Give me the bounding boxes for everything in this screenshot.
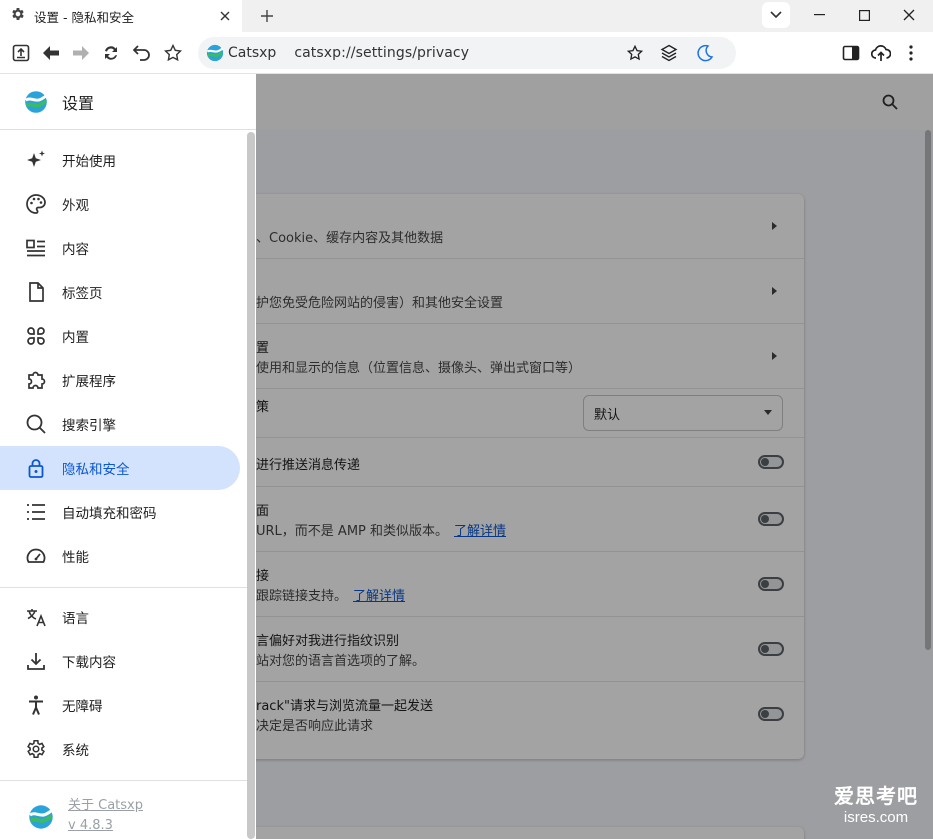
undo-icon: [133, 45, 150, 61]
about-label: 关于 Catsxp: [68, 798, 143, 813]
catsxp-logo-icon: [24, 90, 47, 113]
nav-item-search-engine[interactable]: 搜索引擎: [0, 402, 240, 446]
nav-item-performance[interactable]: 性能: [0, 534, 240, 578]
chevron-down-icon: [770, 11, 782, 19]
side-panel-icon: [842, 45, 860, 61]
plus-icon: [261, 10, 273, 22]
catsxp-logo-icon: [206, 44, 224, 62]
browser-toolbar: Catsxp catsxp://settings/privacy: [0, 32, 933, 74]
page-scrollbar[interactable]: [925, 130, 931, 650]
nav-item-autofill[interactable]: 自动填充和密码: [0, 490, 240, 534]
sparkle-icon: [24, 148, 48, 172]
tab-settings[interactable]: 设置 - 隐私和安全: [0, 0, 242, 32]
gear-icon: [24, 737, 48, 761]
nav-item-system[interactable]: 系统: [0, 727, 240, 771]
more-vert-icon: [909, 45, 913, 61]
nav-item-content[interactable]: 内容: [0, 226, 240, 270]
reload-icon: [105, 46, 117, 60]
lock-icon: [24, 456, 48, 480]
download-icon: [24, 649, 48, 673]
about-text: 关于 Catsxp v 4.8.3: [68, 796, 143, 836]
gear-icon: [10, 6, 26, 26]
close-icon: [903, 9, 915, 21]
cloud-upload-icon: [871, 45, 891, 61]
new-tab-button[interactable]: [254, 4, 280, 28]
accessibility-icon: [24, 693, 48, 717]
upload-page-button[interactable]: [8, 40, 34, 66]
close-tab-button[interactable]: [212, 3, 238, 29]
star-outline-icon: [627, 45, 643, 61]
url-text[interactable]: catsxp://settings/privacy: [294, 45, 469, 61]
drawer-divider: [0, 780, 248, 781]
watermark-line1: 爱思考吧: [834, 786, 918, 808]
upload-box-icon: [12, 44, 30, 62]
moon-icon: [697, 44, 714, 62]
dark-mode-button[interactable]: [692, 40, 718, 66]
maximize-icon: [858, 9, 870, 21]
drawer-scrollbar[interactable]: [247, 132, 255, 839]
nav-item-builtin[interactable]: 内置: [0, 314, 240, 358]
star-outline-icon: [164, 44, 182, 62]
undo-button[interactable]: [129, 40, 155, 66]
nav-item-downloads[interactable]: 下载内容: [0, 639, 240, 683]
minimize-icon: [813, 14, 825, 16]
maximize-button[interactable]: [842, 0, 886, 30]
gauge-icon: [24, 544, 48, 568]
about-catsxp-link[interactable]: 关于 Catsxp v 4.8.3: [28, 796, 143, 836]
address-bar[interactable]: Catsxp catsxp://settings/privacy: [198, 37, 736, 69]
arrow-right-icon: [73, 46, 89, 60]
close-window-button[interactable]: [887, 0, 931, 30]
nav-item-appearance[interactable]: 外观: [0, 182, 240, 226]
tab-strip: 设置 - 隐私和安全: [0, 0, 933, 32]
puzzle-icon: [24, 368, 48, 392]
side-panel-button[interactable]: [838, 40, 864, 66]
forward-button[interactable]: [68, 40, 94, 66]
watermark-line2: isres.com: [843, 809, 909, 826]
reload-button[interactable]: [98, 40, 124, 66]
nav-item-extensions[interactable]: 扩展程序: [0, 358, 240, 402]
layers-button[interactable]: [656, 40, 682, 66]
menu-button[interactable]: [898, 40, 924, 66]
nav-item-tabs[interactable]: 标签页: [0, 270, 240, 314]
nav-item-accessibility[interactable]: 无障碍: [0, 683, 240, 727]
catsxp-logo-icon: [29, 805, 53, 829]
site-watermark: 爱思考吧 isres.com: [826, 780, 926, 826]
tab-title: 设置 - 隐私和安全: [34, 9, 134, 25]
arrow-left-icon: [43, 46, 59, 60]
translate-icon: [24, 605, 48, 629]
nav-item-getting-started[interactable]: 开始使用: [0, 138, 240, 182]
drawer-title: 设置: [62, 93, 95, 113]
page-icon: [24, 280, 48, 304]
drawer-header: 设置: [0, 74, 256, 130]
palette-icon: [24, 192, 48, 216]
checklist-icon: [24, 500, 48, 524]
back-button[interactable]: [38, 40, 64, 66]
bookmark-star-button[interactable]: [622, 40, 648, 66]
cloud-upload-button[interactable]: [868, 40, 894, 66]
search-icon: [24, 412, 48, 436]
bookmarks-button[interactable]: [160, 40, 186, 66]
nav-item-languages[interactable]: 语言: [0, 595, 240, 639]
settings-drawer: 设置 开始使用 外观 内容 标签页 内置 扩展程序 搜索引擎 隐私和安全 自动填…: [0, 74, 256, 839]
content-list-icon: [24, 236, 48, 260]
tab-search-button[interactable]: [762, 2, 790, 28]
minimize-button[interactable]: [797, 0, 841, 30]
close-icon: [220, 11, 230, 21]
grid-icon: [24, 324, 48, 348]
drawer-divider: [0, 587, 248, 588]
nav-item-privacy[interactable]: 隐私和安全: [0, 446, 240, 490]
brand-chip[interactable]: Catsxp: [206, 44, 276, 62]
layers-icon: [660, 44, 678, 62]
brand-label: Catsxp: [228, 45, 277, 61]
version-label: v 4.8.3: [68, 818, 113, 833]
